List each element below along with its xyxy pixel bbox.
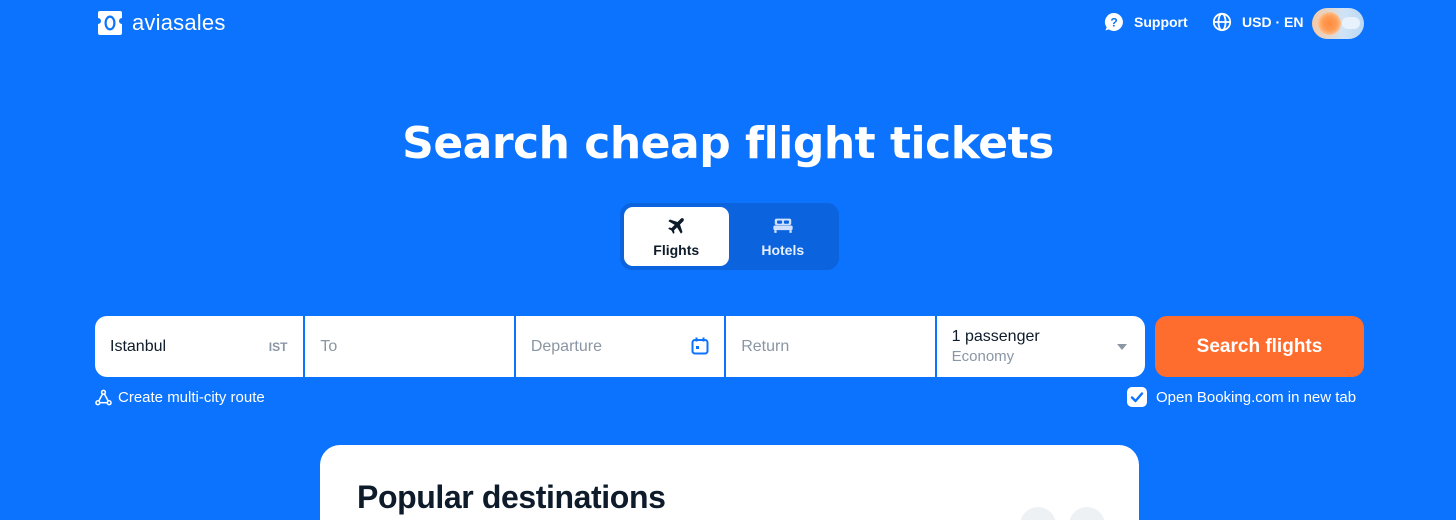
- origin-value: Istanbul: [110, 337, 167, 355]
- plane-icon: [668, 217, 685, 234]
- calendar-icon[interactable]: [690, 336, 710, 356]
- tab-hotels-label: Hotels: [761, 241, 805, 258]
- destination-field[interactable]: To: [305, 316, 514, 377]
- departure-placeholder: Departure: [530, 337, 602, 355]
- logo[interactable]: aviasales: [96, 9, 226, 37]
- support-icon: ?: [1104, 12, 1123, 31]
- locale-label: USD · EN: [1242, 14, 1304, 30]
- theme-toggle[interactable]: [1312, 8, 1364, 39]
- passengers-selector[interactable]: 1 passenger Economy: [936, 316, 1146, 377]
- flight-search-form: Istanbul IST To Departure Return 1 passe…: [95, 316, 1146, 377]
- return-placeholder: Return: [741, 337, 790, 355]
- tab-flights[interactable]: Flights: [624, 207, 729, 266]
- multi-city-label: Create multi-city route: [118, 389, 265, 406]
- carousel-prev-button[interactable]: [1020, 507, 1056, 520]
- route-icon: [95, 389, 112, 406]
- logo-icon: [98, 11, 122, 35]
- globe-icon: [1212, 12, 1232, 32]
- brand-name: aviasales: [132, 10, 226, 35]
- search-mode-tabs: Flights Hotels: [620, 203, 839, 270]
- search-flights-button[interactable]: Search flights: [1155, 316, 1364, 377]
- support-label: Support: [1134, 14, 1188, 30]
- tab-hotels[interactable]: Hotels: [731, 207, 836, 266]
- open-booking-label: Open Booking.com in new tab: [1156, 388, 1357, 406]
- origin-airport-code: IST: [268, 339, 288, 354]
- sun-icon: [1318, 12, 1341, 35]
- return-date-field[interactable]: Return: [726, 316, 935, 377]
- cabin-class: Economy: [951, 348, 1015, 365]
- cloud-icon: [1342, 17, 1360, 29]
- multi-city-link[interactable]: Create multi-city route: [95, 389, 265, 406]
- origin-field[interactable]: Istanbul IST: [95, 316, 304, 377]
- carousel-next-button[interactable]: [1069, 507, 1105, 520]
- open-booking-checkbox[interactable]: [1127, 387, 1147, 407]
- open-booking-option[interactable]: Open Booking.com in new tab: [1127, 387, 1356, 407]
- passengers-count: 1 passenger: [951, 328, 1040, 345]
- bed-icon: [773, 218, 793, 233]
- page-title: Search cheap flight tickets: [402, 118, 1054, 169]
- svg-text:?: ?: [1110, 16, 1117, 30]
- checkmark-icon: [1130, 392, 1144, 403]
- chevron-down-icon: [1117, 344, 1128, 350]
- popular-destinations-title: Popular destinations: [357, 479, 666, 515]
- tab-flights-label: Flights: [653, 241, 700, 258]
- popular-destinations-card: Popular destinations: [320, 445, 1139, 520]
- departure-date-field[interactable]: Departure: [515, 316, 725, 377]
- destination-placeholder: To: [320, 337, 338, 355]
- currency-language-selector[interactable]: USD · EN: [1212, 12, 1303, 32]
- support-link[interactable]: ? Support: [1104, 12, 1188, 32]
